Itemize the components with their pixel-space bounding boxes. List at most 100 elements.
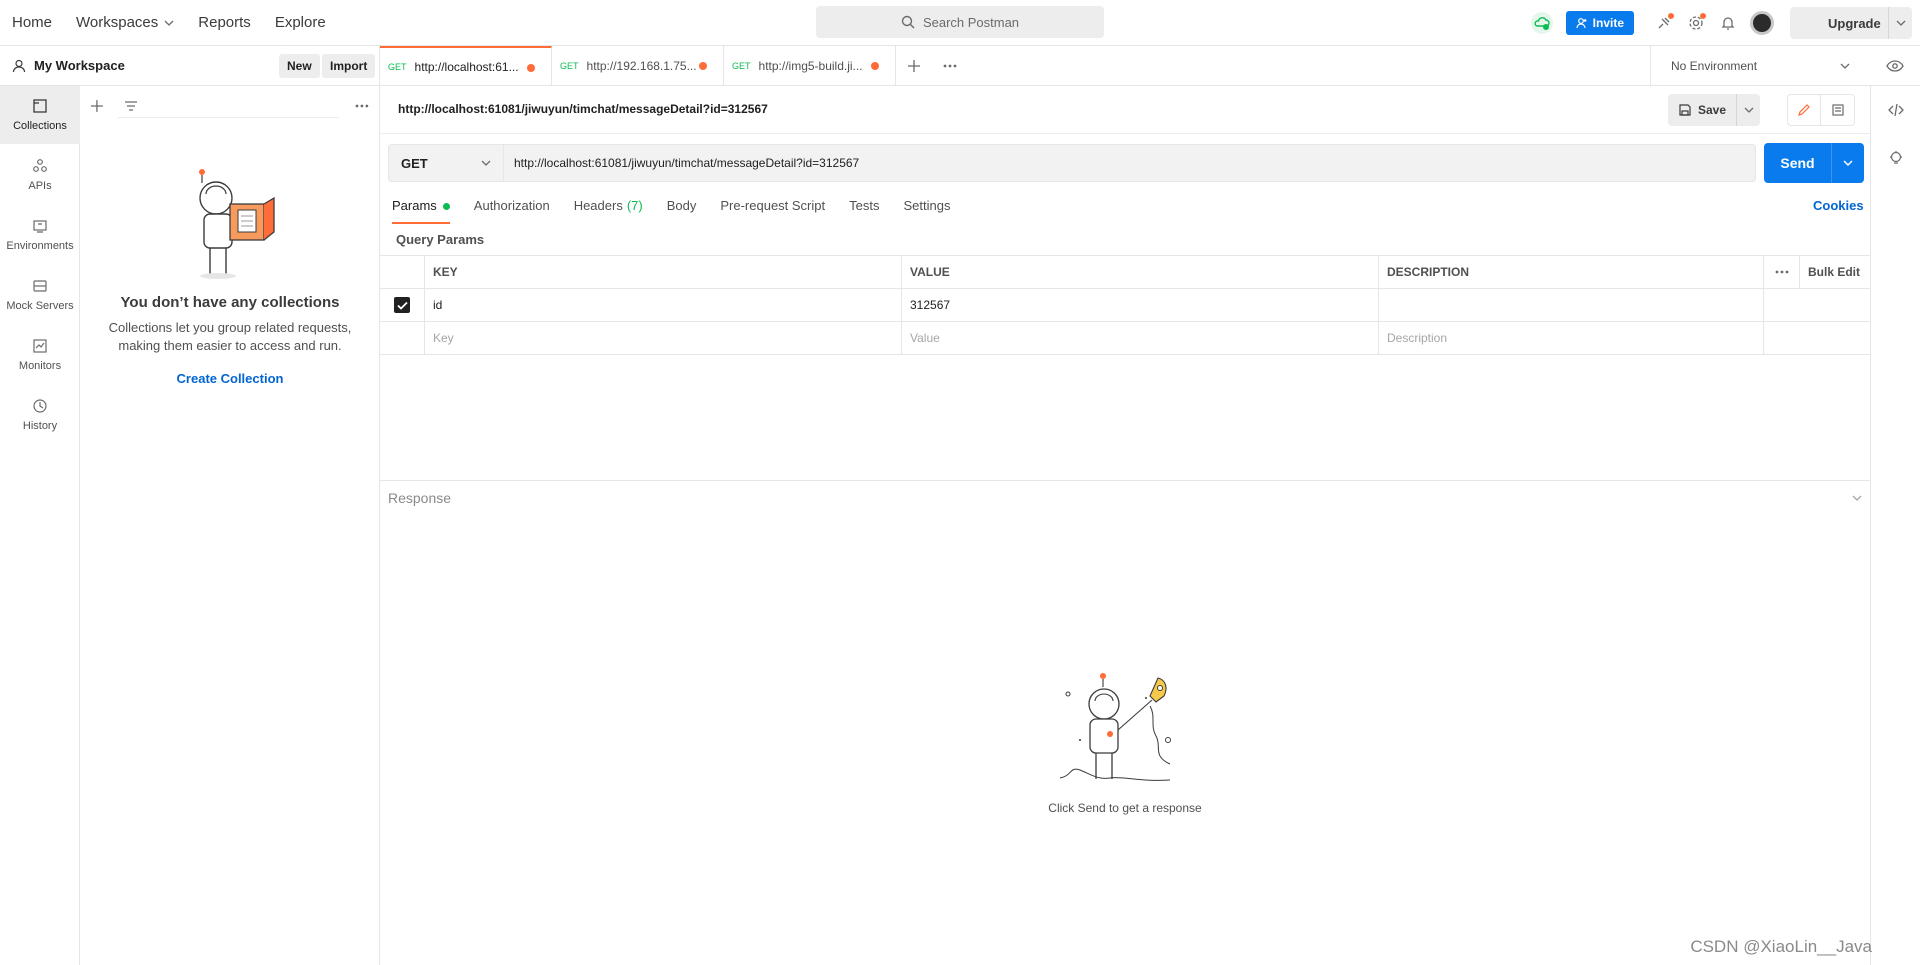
tab-label: http://img5-build.ji... [758, 59, 863, 73]
query-params-title: Query Params [396, 232, 485, 247]
method-select[interactable]: GET [388, 144, 504, 182]
avatar[interactable] [1750, 11, 1774, 35]
param-value[interactable]: 312567 [902, 289, 1379, 321]
request-tab[interactable]: GET http://192.168.1.75... [552, 46, 724, 86]
value-input[interactable]: Value [902, 322, 1379, 354]
request-tab[interactable]: GET http://img5-build.ji... [724, 46, 896, 86]
request-tab[interactable]: GET http://localhost:61... [380, 46, 552, 86]
rail-item-monitors[interactable]: Monitors [0, 326, 80, 384]
tab-params-label: Params [392, 198, 437, 213]
param-description[interactable] [1379, 289, 1764, 321]
rail-item-history[interactable]: History [0, 386, 80, 444]
nav-reports[interactable]: Reports [198, 14, 251, 31]
rail-label: Mock Servers [6, 300, 74, 312]
search-icon [901, 15, 915, 29]
pencil-icon [1798, 104, 1810, 116]
more-icon[interactable] [355, 104, 369, 108]
sidebar-toolbar [80, 86, 379, 126]
environment-select[interactable]: No Environment [1650, 46, 1870, 86]
rail-item-collections[interactable]: Collections [0, 86, 80, 144]
astronaut-box-illustration [199, 169, 275, 279]
notifications-button[interactable] [1712, 7, 1744, 39]
empty-collections: You don’t have any collections Collectio… [80, 166, 380, 386]
url-input[interactable]: http://localhost:61081/jiwuyun/timchat/m… [504, 144, 1756, 182]
nav-home[interactable]: Home [12, 14, 52, 31]
tab-options-button[interactable] [932, 46, 968, 86]
invite-button[interactable]: Invite [1565, 11, 1634, 35]
documentation-button[interactable] [1821, 95, 1854, 125]
save-button[interactable]: Save [1668, 94, 1738, 126]
upgrade-dropdown[interactable] [1888, 7, 1912, 39]
user-icon [12, 59, 26, 72]
row-checkbox-cell [380, 322, 425, 354]
save-icon [1679, 104, 1691, 116]
collections-panel: You don’t have any collections Collectio… [80, 86, 380, 965]
chevron-down-icon [1840, 63, 1850, 69]
tab-body[interactable]: Body [667, 198, 697, 224]
upgrade-button[interactable]: Upgrade [1790, 7, 1912, 39]
description-input[interactable]: Description [1379, 322, 1764, 354]
header-divider [380, 133, 1870, 134]
tab-pre-request-script[interactable]: Pre-request Script [720, 198, 825, 224]
bulk-edit-button[interactable]: Bulk Edit [1800, 256, 1870, 288]
filter-input[interactable] [117, 94, 340, 118]
tab-tests[interactable]: Tests [849, 198, 879, 224]
tab-params[interactable]: Params [392, 198, 450, 224]
search-bar[interactable]: Search Postman [816, 6, 1104, 38]
key-input[interactable]: Key [425, 322, 902, 354]
create-collection-link[interactable]: Create Collection [177, 371, 284, 386]
import-button[interactable]: Import [322, 54, 376, 78]
settings-button[interactable] [1680, 7, 1712, 39]
row-checkbox[interactable] [394, 297, 410, 313]
new-button[interactable]: New [279, 54, 320, 78]
search-placeholder: Search Postman [922, 14, 1020, 30]
cookies-link[interactable]: Cookies [1813, 198, 1864, 213]
left-rail: Collections APIs Environments Mock Serve… [0, 86, 80, 965]
request-tabs-bar: GET http://localhost:61... GET http://19… [380, 46, 1920, 86]
environments-icon [33, 220, 47, 233]
table-options-button[interactable] [1764, 256, 1800, 288]
mock-servers-icon [33, 280, 47, 292]
rail-item-mock-servers[interactable]: Mock Servers [0, 266, 80, 324]
send-button[interactable]: Send [1764, 143, 1832, 183]
lightbulb-icon [1890, 151, 1902, 164]
environment-quick-look[interactable] [1870, 46, 1920, 86]
bell-icon [1721, 17, 1735, 30]
response-empty-state: Click Send to get a response [1040, 670, 1210, 815]
headers-count: (7) [626, 198, 643, 213]
response-header[interactable]: Response [380, 480, 1870, 514]
tab-headers[interactable]: Headers (7) [574, 198, 643, 224]
code-snippet-button[interactable] [1871, 86, 1920, 134]
row-spacer [1764, 322, 1800, 354]
info-button[interactable] [1871, 134, 1920, 182]
tab-settings[interactable]: Settings [903, 198, 950, 224]
chevron-down-icon[interactable] [1852, 493, 1862, 503]
send-dropdown[interactable] [1832, 143, 1864, 183]
tab-authorization[interactable]: Authorization [474, 198, 550, 224]
top-bar: Home Workspaces Reports Explore Search P… [0, 0, 1920, 46]
sync-status-button[interactable] [1526, 7, 1558, 39]
workspace-header: My Workspace New Import [0, 46, 380, 86]
rail-item-environments[interactable]: Environments [0, 206, 80, 264]
new-tab-button[interactable] [896, 46, 932, 86]
monitors-icon [33, 339, 47, 353]
param-key[interactable]: id [425, 289, 902, 321]
unsaved-dot [871, 62, 879, 70]
edit-mode-button[interactable] [1788, 95, 1822, 125]
nav-workspaces[interactable]: Workspaces [76, 14, 174, 31]
view-toggle [1787, 94, 1855, 126]
save-dropdown[interactable] [1737, 105, 1760, 115]
query-params-table: KEY VALUE DESCRIPTION Bulk Edit id 31256… [380, 255, 1870, 355]
rail-label: Environments [6, 240, 74, 252]
plus-icon[interactable] [90, 99, 104, 113]
satellite-button[interactable] [1648, 7, 1680, 39]
rail-item-apis[interactable]: APIs [0, 146, 80, 204]
request-title[interactable]: http://localhost:61081/jiwuyun/timchat/m… [398, 102, 768, 116]
nav-explore[interactable]: Explore [275, 14, 326, 31]
rail-label: Monitors [18, 360, 62, 372]
tab-headers-label: Headers [573, 198, 623, 213]
request-config-tabs: Params Authorization Headers (7) Body Pr… [392, 198, 974, 224]
top-right-controls: Invite Upgrade [1526, 0, 1920, 46]
row-spacer [1764, 289, 1800, 321]
add-user-icon [1576, 18, 1587, 29]
